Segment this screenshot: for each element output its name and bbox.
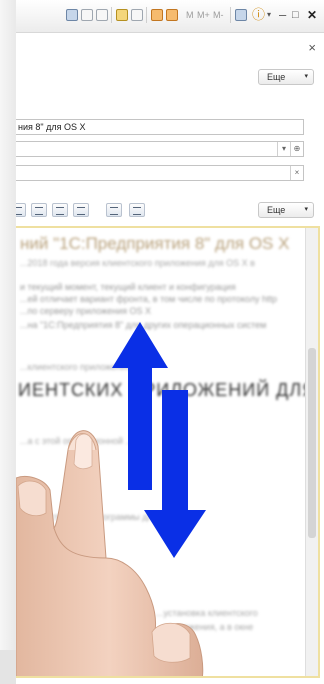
dropdown-icon[interactable]: ▾ [277, 142, 290, 156]
editor-more-button[interactable]: Еще ▾ [258, 202, 314, 218]
vertical-scrollbar[interactable] [305, 228, 318, 676]
left-background-strip [0, 0, 16, 684]
copy-icon[interactable] [131, 9, 143, 21]
chevron-down-icon: ▾ [304, 73, 308, 80]
info-dropdown-icon[interactable]: ▾ [267, 6, 271, 24]
open-link-icon[interactable]: ⊕ [290, 142, 303, 156]
align-center-icon[interactable] [31, 203, 47, 217]
scrollbar-thumb[interactable] [308, 348, 316, 538]
document-line: ...по серверу приложения OS X [20, 306, 152, 316]
insert-image-icon[interactable] [106, 203, 122, 217]
document-preview[interactable]: ний "1С:Предприятия 8" для OS X ...2018 … [16, 226, 320, 678]
info-icon[interactable]: ⓘ [252, 6, 265, 24]
window-layout-icon[interactable] [235, 9, 247, 21]
maximize-button[interactable]: □ [292, 6, 299, 24]
preview-icon[interactable] [96, 9, 108, 21]
document-heading: ИЕНТСКИХ ПРИЛОЖЕНИЙ ДЛЯ [18, 380, 317, 400]
clear-icon[interactable]: × [290, 166, 303, 180]
document-line: ...установка клиентского [156, 608, 258, 618]
favorites-icon[interactable] [116, 9, 128, 21]
print-icon[interactable] [81, 9, 93, 21]
bold-icon[interactable] [16, 203, 26, 217]
document-line: ...ьная структура программы для [20, 512, 158, 522]
memory-plus-button[interactable]: M+ [197, 10, 210, 20]
toolbar-separator [230, 7, 231, 23]
document-line: ...2018 года версия клиентского приложен… [20, 258, 255, 268]
main-window: M M+ M- ⓘ ▾ – □ ✕ × Еще ▾ ния 8" для OS … [16, 0, 324, 684]
document-line: и текущий момент, текущий клиент и конфи… [20, 282, 236, 292]
chevron-down-icon: ▾ [304, 206, 308, 213]
name-field-value: ния 8" для OS X [18, 122, 86, 132]
document-line: ...приложения, а в окне [156, 622, 254, 632]
description-field[interactable]: × [16, 165, 304, 181]
document-line: ...ий для [20, 530, 56, 540]
toolbar-separator [111, 7, 112, 23]
calculator-icon[interactable] [166, 9, 178, 21]
title-bar: M M+ M- ⓘ ▾ – □ ✕ [16, 0, 324, 33]
editor-more-button-label: Еще [267, 205, 286, 215]
save-icon[interactable] [66, 9, 78, 21]
more-button-label: Еще [267, 72, 286, 82]
memory-button[interactable]: M [186, 10, 194, 20]
form-close-icon[interactable]: × [308, 40, 316, 55]
swipe-down-arrow-icon [144, 390, 206, 558]
name-field[interactable]: ния 8" для OS X [16, 119, 304, 135]
formatting-toolbar: Еще ▾ [16, 200, 324, 222]
document-line: ...клиентского приложения [20, 362, 132, 372]
document-line: ...на "1С:Предприятия 8" для других опер… [20, 320, 267, 330]
owner-field[interactable]: ▾ ⊕ [16, 141, 304, 157]
align-right-icon[interactable] [52, 203, 68, 217]
toolbar-separator [146, 7, 147, 23]
document-line: ...ей отличает вариант фронта, в том чис… [20, 294, 277, 304]
document-title: ний "1С:Предприятия 8" для OS X [20, 234, 290, 253]
title-close-button[interactable]: ✕ [307, 6, 317, 24]
align-justify-icon[interactable] [73, 203, 89, 217]
memory-minus-button[interactable]: M- [213, 10, 224, 20]
more-button[interactable]: Еще ▾ [258, 69, 314, 85]
swipe-up-arrow-icon [112, 322, 168, 490]
document-line: ...а с этой операционной ...ть [20, 436, 142, 446]
left-background-strip-bottom [0, 650, 16, 684]
insert-link-icon[interactable] [129, 203, 145, 217]
calendar-icon[interactable] [151, 9, 163, 21]
hand-image [16, 430, 204, 676]
document-line: ...приложений базой. [20, 568, 108, 578]
minimize-button[interactable]: – [279, 6, 286, 24]
